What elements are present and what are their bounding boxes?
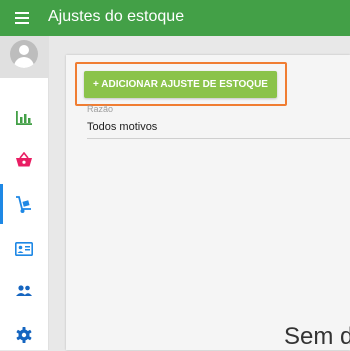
id-card-icon — [15, 242, 33, 256]
hand-truck-icon — [16, 196, 31, 213]
sidebar-item-reports[interactable] — [0, 102, 48, 134]
sidebar-item-clients[interactable] — [0, 234, 48, 266]
reason-select[interactable]: Todos motivos — [87, 121, 157, 133]
people-icon — [16, 285, 32, 296]
basket-icon — [16, 152, 32, 167]
reason-field-underline — [87, 138, 350, 139]
sidebar-item-sales[interactable] — [0, 144, 48, 176]
gear-icon — [16, 327, 32, 343]
bar-chart-icon — [16, 111, 32, 125]
page-title: Ajustes do estoque — [48, 8, 185, 25]
empty-state-text: Sem d — [284, 323, 350, 350]
sidebar-item-employees[interactable] — [0, 276, 48, 308]
sidebar-item-inventory[interactable] — [0, 184, 48, 224]
sidebar — [0, 36, 49, 350]
sidebar-item-settings[interactable] — [0, 318, 48, 350]
sidebar-profile[interactable] — [0, 36, 48, 78]
top-app-bar: Ajustes do estoque — [0, 0, 350, 36]
reason-field-label: Razão — [87, 104, 114, 114]
add-stock-adjustment-button[interactable]: + ADICIONAR AJUSTE DE ESTOQUE — [84, 71, 277, 98]
hamburger-menu-icon[interactable] — [15, 12, 29, 24]
avatar[interactable] — [10, 40, 38, 68]
